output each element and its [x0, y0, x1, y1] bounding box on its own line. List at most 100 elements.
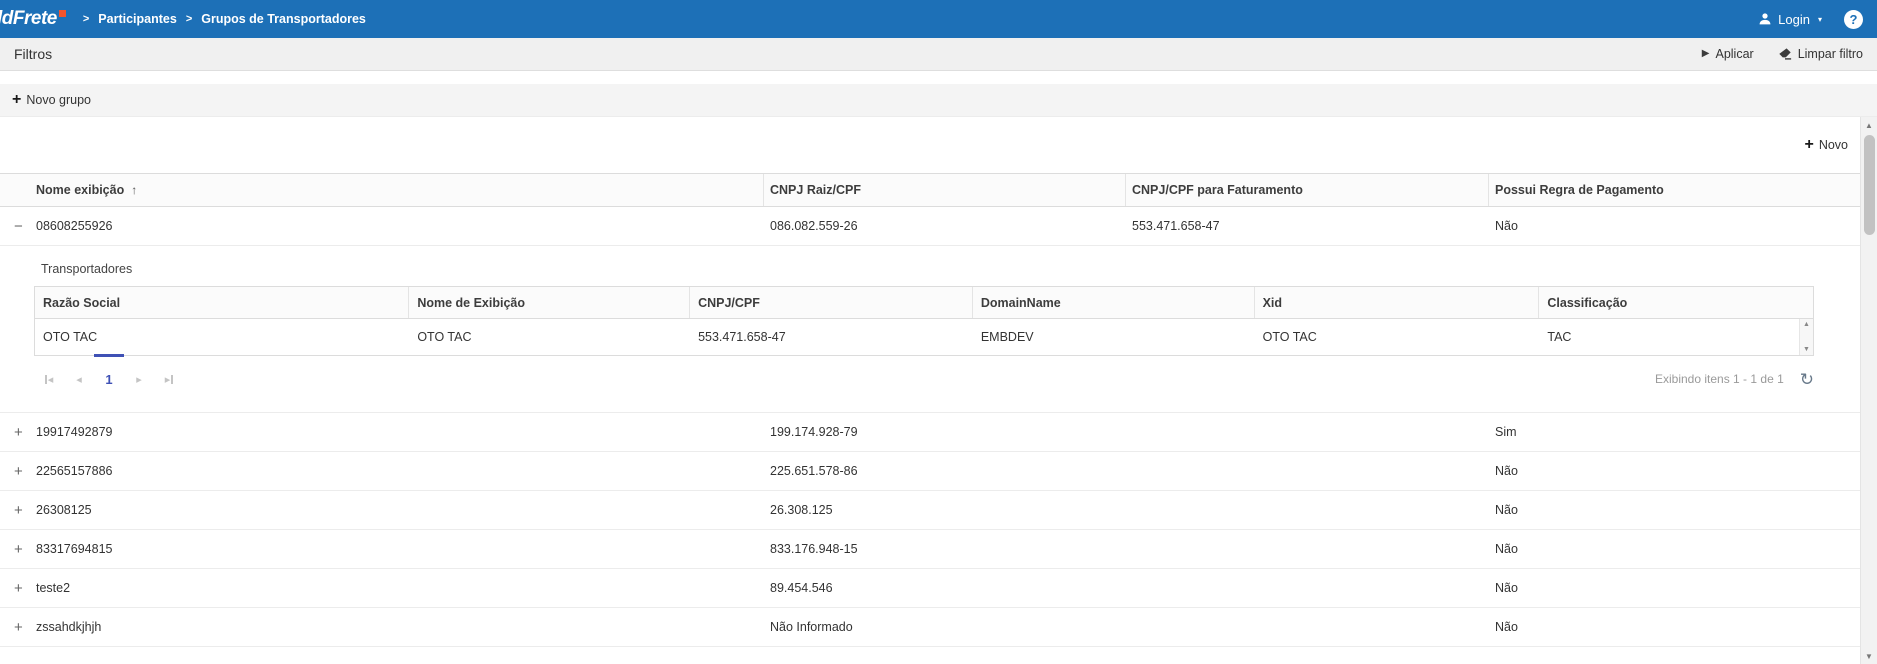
new-button[interactable]: + Novo — [1804, 137, 1848, 153]
cell-expander: + — [0, 491, 30, 529]
refresh-icon[interactable]: ↻ — [1800, 371, 1814, 388]
pager-first-button[interactable]: ◂ — [34, 364, 64, 394]
pager-next-button[interactable]: ▸ — [124, 364, 154, 394]
column-header-nome-exibicao[interactable]: Nome de Exibição — [409, 287, 690, 318]
cell-possui-regra: Sim — [1489, 413, 1860, 451]
pager-page-1[interactable]: 1 — [94, 372, 124, 387]
expand-row-button[interactable]: + — [6, 581, 23, 596]
cell-cnpj-faturamento — [1126, 491, 1489, 529]
cell-classificacao: TAC — [1539, 319, 1799, 355]
cell-domainname: EMBDEV — [973, 319, 1255, 355]
logo-text: ldFrete — [0, 8, 57, 30]
help-button[interactable]: ? — [1844, 10, 1863, 29]
column-header-classificacao[interactable]: Classificação — [1539, 287, 1799, 318]
cell-expander: + — [0, 608, 30, 646]
filters-title: Filtros — [14, 46, 52, 62]
chevron-right-icon: > — [186, 13, 192, 25]
chevron-down-icon: ▾ — [1818, 15, 1822, 24]
play-icon: ▶ — [1702, 49, 1710, 59]
column-header-cnpj-raiz[interactable]: CNPJ Raiz/CPF — [764, 174, 1126, 206]
detail-panel: Transportadores Razão Social Nome de Exi… — [0, 246, 1860, 413]
new-label: Novo — [1819, 138, 1848, 152]
expand-row-button[interactable]: + — [6, 425, 23, 440]
table-row[interactable]: + 83317694815 833.176.948-15 Não — [0, 530, 1860, 569]
scrollbar-thumb[interactable] — [1864, 135, 1875, 235]
table-row[interactable]: − 08608255926 086.082.559-26 553.471.658… — [0, 207, 1860, 246]
user-icon — [1758, 12, 1772, 26]
breadcrumb-grupos-transportadores[interactable]: Grupos de Transportadores — [201, 12, 366, 26]
table-row[interactable]: + zssahdkjhjh Não Informado Não — [0, 608, 1860, 647]
plus-icon: + — [12, 92, 21, 108]
app-root: ldFrete > Participantes > Grupos de Tran… — [0, 0, 1877, 664]
cell-cnpj-cpf: 553.471.658-47 — [690, 319, 973, 355]
cell-nome-exibicao: 19917492879 — [30, 413, 764, 451]
detail-body: OTO TAC OTO TAC 553.471.658-47 EMBDEV OT… — [35, 319, 1813, 355]
detail-pager: ◂ ◂ 1 ▸ ▸ Exibindo itens 1 - 1 de 1 ↻ — [34, 356, 1814, 402]
table-row[interactable]: + 22565157886 225.651.578-86 Não — [0, 452, 1860, 491]
cell-possui-regra: Não — [1489, 452, 1860, 490]
cell-nome-exibicao: zssahdkjhjh — [30, 608, 764, 646]
question-icon: ? — [1850, 12, 1858, 27]
plus-icon: + — [1804, 137, 1813, 153]
column-header-cnpj-cpf[interactable]: CNPJ/CPF — [690, 287, 973, 318]
column-header-cnpj-faturamento[interactable]: CNPJ/CPF para Faturamento — [1126, 174, 1489, 206]
expand-row-button[interactable]: + — [6, 542, 23, 557]
scroll-down-icon[interactable]: ▼ — [1861, 648, 1877, 664]
transportadores-grid: Razão Social Nome de Exibição CNPJ/CPF D… — [34, 286, 1814, 356]
apply-filter-button[interactable]: ▶ Aplicar — [1702, 47, 1754, 61]
pager-last-button[interactable]: ▸ — [154, 364, 184, 394]
clear-filter-label: Limpar filtro — [1798, 47, 1863, 61]
page-scrollbar[interactable]: ▲ ▼ — [1860, 117, 1877, 664]
cell-cnpj-raiz: 225.651.578-86 — [764, 452, 1126, 490]
sort-asc-icon: ↑ — [131, 183, 137, 197]
cell-cnpj-raiz: 199.174.928-79 — [764, 413, 1126, 451]
scroll-down-icon[interactable]: ▼ — [1803, 346, 1810, 353]
topbar-right: Login ▾ ? — [1758, 10, 1863, 29]
cell-expander: + — [0, 413, 30, 451]
selected-page-indicator — [94, 354, 124, 357]
detail-scrollbar[interactable]: ▲ ▼ — [1799, 319, 1813, 355]
collapse-row-button[interactable]: − — [6, 219, 23, 234]
detail-header-row: Razão Social Nome de Exibição CNPJ/CPF D… — [35, 287, 1813, 319]
column-header-nome-exibicao[interactable]: Nome exibição ↑ — [30, 174, 764, 206]
app-logo[interactable]: ldFrete — [0, 8, 66, 30]
cell-possui-regra: Não — [1489, 608, 1860, 646]
new-group-label: Novo grupo — [26, 93, 91, 107]
cell-cnpj-raiz: 26.308.125 — [764, 491, 1126, 529]
grid-header-row: Nome exibição ↑ CNPJ Raiz/CPF CNPJ/CPF p… — [0, 173, 1860, 207]
expander-column-header — [0, 174, 30, 206]
column-header-domainname[interactable]: DomainName — [973, 287, 1255, 318]
chevron-right-icon: > — [83, 13, 89, 25]
expand-row-button[interactable]: + — [6, 464, 23, 479]
table-row[interactable]: + 26308125 26.308.125 Não — [0, 491, 1860, 530]
new-group-button[interactable]: + Novo grupo — [12, 92, 91, 108]
cell-xid: OTO TAC — [1255, 319, 1540, 355]
expand-row-button[interactable]: + — [6, 503, 23, 518]
table-row[interactable]: + 19917492879 199.174.928-79 Sim — [0, 413, 1860, 452]
apply-filter-label: Aplicar — [1715, 47, 1753, 61]
login-menu[interactable]: Login ▾ — [1758, 12, 1822, 27]
spacer — [0, 71, 1877, 84]
breadcrumb-participantes[interactable]: Participantes — [98, 12, 177, 26]
cell-possui-regra: Não — [1489, 491, 1860, 529]
cell-cnpj-faturamento — [1126, 608, 1489, 646]
cell-cnpj-faturamento — [1126, 413, 1489, 451]
column-header-xid[interactable]: Xid — [1255, 287, 1540, 318]
scroll-up-icon[interactable]: ▲ — [1803, 321, 1810, 328]
column-header-razao-social[interactable]: Razão Social — [35, 287, 409, 318]
expand-row-button[interactable]: + — [6, 620, 23, 635]
table-row[interactable]: + teste2 89.454.546 Não — [0, 569, 1860, 608]
pager-prev-button[interactable]: ◂ — [64, 364, 94, 394]
column-header-possui-regra[interactable]: Possui Regra de Pagamento — [1489, 174, 1860, 206]
scroll-up-icon[interactable]: ▲ — [1861, 117, 1877, 133]
cell-possui-regra: Não — [1489, 569, 1860, 607]
clear-filter-button[interactable]: Limpar filtro — [1778, 47, 1863, 61]
cell-cnpj-faturamento — [1126, 569, 1489, 607]
cell-nome-exibicao: 08608255926 — [30, 207, 764, 245]
table-row[interactable]: OTO TAC OTO TAC 553.471.658-47 EMBDEV OT… — [35, 319, 1799, 355]
detail-title: Transportadores — [34, 246, 1814, 286]
cell-possui-regra: Não — [1489, 207, 1860, 245]
pager-info: Exibindo itens 1 - 1 de 1 — [1655, 372, 1784, 386]
cell-expander: − — [0, 207, 30, 245]
toolbar: + Novo grupo — [0, 84, 1877, 117]
